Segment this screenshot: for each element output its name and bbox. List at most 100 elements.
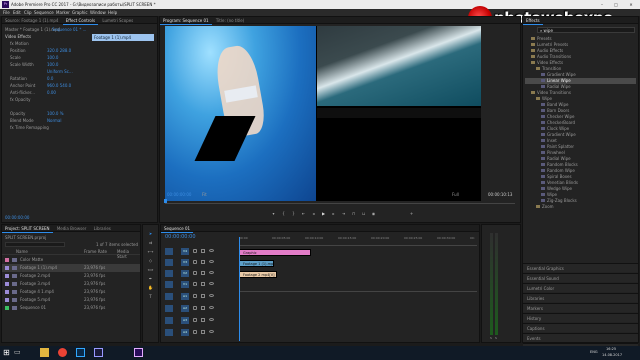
project-item[interactable]: Footage 4 1.mp4 23,976 fps <box>2 288 140 296</box>
effect-row-value[interactable]: 100.0 <box>47 62 58 68</box>
effect-row-value[interactable]: 320.0 288.0 <box>47 48 71 54</box>
project-item[interactable]: Color Matte <box>2 256 140 264</box>
sync-lock-icon[interactable] <box>201 282 205 286</box>
track-name[interactable]: A2 <box>181 305 189 312</box>
tab-effect-controls[interactable]: Effect Controls <box>62 17 99 25</box>
track-name[interactable]: V1 <box>181 281 189 288</box>
effect-row-value[interactable]: 0.00 <box>47 90 56 96</box>
menu-sequence[interactable]: Sequence <box>34 9 54 16</box>
taskview-icon[interactable]: ▭ <box>14 348 21 356</box>
panel-section-header[interactable]: Markers <box>523 303 638 312</box>
effect-row-value[interactable]: 960.0 540.0 <box>47 83 71 89</box>
timeline-playhead[interactable] <box>239 237 240 341</box>
track-name[interactable]: A3 <box>181 317 189 324</box>
sync-lock-icon[interactable] <box>201 271 205 275</box>
tab-sequence[interactable]: Sequence 01 <box>161 225 194 233</box>
program-scrubber[interactable] <box>165 201 515 204</box>
track-target-button[interactable] <box>165 293 173 300</box>
lock-icon[interactable] <box>193 306 197 310</box>
sync-lock-icon[interactable] <box>201 249 205 253</box>
sync-lock-icon[interactable] <box>201 260 205 264</box>
track-select-tool-icon[interactable]: ⇉ <box>147 240 154 246</box>
lock-icon[interactable] <box>193 318 197 322</box>
menu-file[interactable]: File <box>3 9 10 16</box>
program-timecode-left[interactable]: 00:00:00:00 <box>167 192 191 197</box>
column-name[interactable]: Name <box>16 249 28 254</box>
lock-icon[interactable] <box>193 271 197 275</box>
panel-section-header[interactable]: Libraries <box>523 293 638 302</box>
explorer-taskbar-icon[interactable] <box>40 348 49 357</box>
menu-edit[interactable]: Edit <box>13 9 21 16</box>
selection-tool-icon[interactable]: ➤ <box>147 231 154 237</box>
taskbar-language[interactable]: ENG <box>590 350 598 354</box>
playhead-marker[interactable] <box>164 199 167 203</box>
menu-clip[interactable]: Clip <box>24 9 32 16</box>
effect-row-value[interactable]: Normal <box>47 118 61 124</box>
solo-left-button[interactable]: S <box>490 336 492 340</box>
add-button-icon[interactable]: + <box>408 211 415 217</box>
timeline-clip[interactable]: Graphic <box>239 249 312 256</box>
effect-controls-timecode[interactable]: 00:00:00:00 <box>5 215 29 220</box>
fit-select[interactable]: Fit <box>202 192 207 197</box>
track-target-button[interactable] <box>165 305 173 312</box>
out-point-icon[interactable]: } <box>290 211 297 217</box>
tab-lumetri-scopes[interactable]: Lumetri Scopes <box>99 17 136 24</box>
lock-icon[interactable] <box>193 260 197 264</box>
panel-section-header[interactable]: Essential Graphics <box>523 263 638 272</box>
effects-search-input[interactable]: ⌕ wipe <box>537 27 635 33</box>
track-name[interactable]: A4 <box>181 329 189 336</box>
eye-icon[interactable] <box>209 260 214 263</box>
start-button[interactable]: ⊞ <box>3 348 10 357</box>
type-tool-icon[interactable]: T <box>147 294 154 300</box>
sequence-clip-label[interactable]: Sequence 01 * ... <box>52 27 86 32</box>
project-item[interactable]: Footage 3.mp4 23,976 fps <box>2 280 140 288</box>
menu-marker[interactable]: Marker <box>56 9 70 16</box>
track-name[interactable]: A1 <box>181 293 189 300</box>
project-item[interactable]: Sequence 01 23,976 fps <box>2 304 140 312</box>
lock-icon[interactable] <box>193 330 197 334</box>
effect-row-value[interactable]: 0.0 <box>47 76 53 82</box>
tab-project[interactable]: Project: SPLIT SCREEN <box>2 225 53 233</box>
pen-tool-icon[interactable]: ✒ <box>147 276 154 282</box>
project-item[interactable]: Footage 5.mp4 23,976 fps <box>2 296 140 304</box>
panel-section-header[interactable]: Essential Sound <box>523 273 638 282</box>
browser-taskbar-icon[interactable] <box>58 348 67 357</box>
timeline-clip[interactable]: Footage 2 mp4[V] <box>239 271 278 278</box>
panel-section-header[interactable]: Captions <box>523 323 638 332</box>
tab-program[interactable]: Program: Sequence 01 <box>160 17 212 25</box>
effect-row-value[interactable]: 100.0 % <box>47 111 64 117</box>
razor-tool-icon[interactable]: ◇ <box>147 258 154 264</box>
effects-tree-item[interactable]: Zoom <box>525 204 636 210</box>
tab-libraries[interactable]: Libraries <box>91 225 114 232</box>
step-forward-icon[interactable]: ▸ <box>330 211 337 217</box>
panel-section-header[interactable]: Events <box>523 333 638 342</box>
track-name[interactable]: V2 <box>181 270 189 277</box>
project-item[interactable]: Footage 2.mp4 23,976 fps <box>2 272 140 280</box>
marker-icon[interactable]: ▾ <box>270 211 277 217</box>
menu-graphic[interactable]: Graphic <box>72 9 88 16</box>
quality-select[interactable]: Full <box>452 192 459 197</box>
eye-icon[interactable] <box>209 330 214 333</box>
panel-section-header[interactable]: History <box>523 313 638 322</box>
sync-lock-icon[interactable] <box>201 330 205 334</box>
in-point-icon[interactable]: { <box>280 211 287 217</box>
track-name[interactable]: V4 <box>181 248 189 255</box>
go-to-in-icon[interactable]: ⇤ <box>300 211 307 217</box>
menu-help[interactable]: Help <box>108 9 117 16</box>
eye-icon[interactable] <box>209 306 214 309</box>
column-frame-rate[interactable]: Frame Rate <box>84 249 107 254</box>
timeline-clip[interactable]: Footage 1 (1).mp4 <box>239 260 274 267</box>
project-item[interactable]: Footage 1 (1).mp4 23,976 fps <box>2 264 140 272</box>
tab-source[interactable]: Source: Footage 1 (1).mp4 <box>2 17 61 24</box>
step-back-icon[interactable]: ◂ <box>310 211 317 217</box>
play-icon[interactable]: ▶ <box>320 211 327 217</box>
hand-tool-icon[interactable]: ✋ <box>147 285 154 291</box>
sync-lock-icon[interactable] <box>201 306 205 310</box>
ripple-edit-tool-icon[interactable]: ⟷ <box>147 249 154 255</box>
lock-icon[interactable] <box>193 282 197 286</box>
track-area[interactable]: Graphic Footage 1 (1).mp4 Footage 2 mp4[V] <box>239 247 477 342</box>
tab-title[interactable]: Title: (no title) <box>213 17 247 24</box>
track-target-button[interactable] <box>165 248 173 255</box>
track-name[interactable]: V3 <box>181 259 189 266</box>
eye-icon[interactable] <box>209 282 214 285</box>
